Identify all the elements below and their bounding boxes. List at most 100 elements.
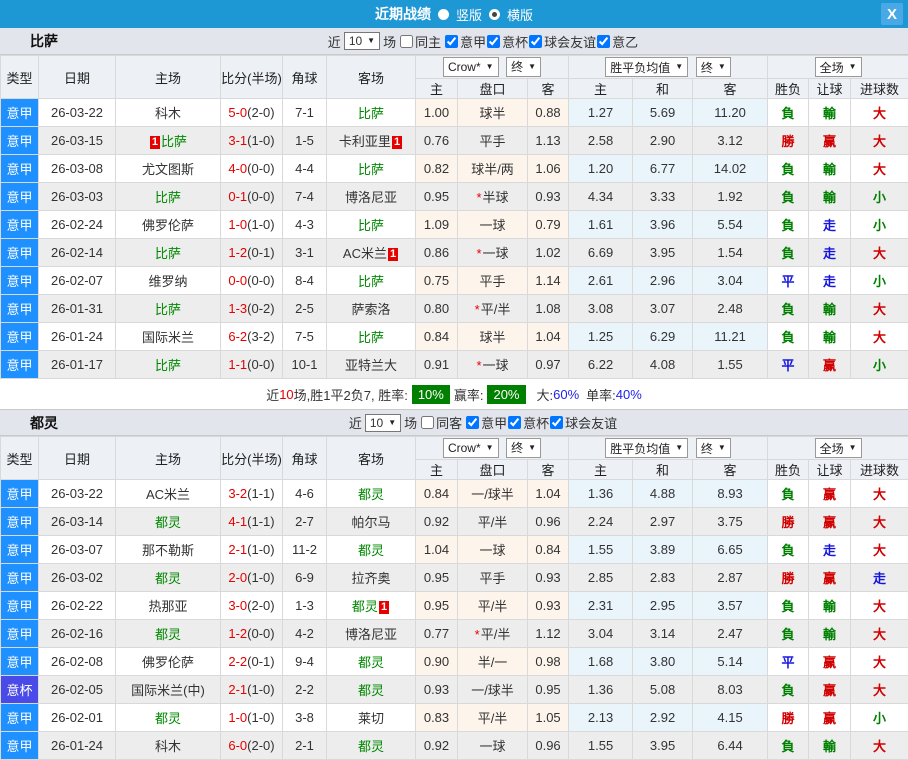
home-team-cell: 科木 xyxy=(116,732,221,760)
games-label: 场 xyxy=(383,32,396,51)
halftime-score: (2-0) xyxy=(247,598,274,613)
crow-handicap: 平/半 xyxy=(458,508,528,536)
league-tag: 意甲 xyxy=(1,351,39,379)
handicap-result-cell: 輸 xyxy=(809,620,851,648)
handicap-text: 球半 xyxy=(479,330,505,345)
league-tag: 意甲 xyxy=(1,155,39,183)
same-venue-input[interactable] xyxy=(421,416,434,429)
avg-draw-odds: 4.08 xyxy=(633,351,693,379)
away-team-name: 萨索洛 xyxy=(351,302,390,317)
league-filter-checkbox[interactable]: 意甲 xyxy=(444,32,486,51)
league-filter-checkbox[interactable]: 球会友谊 xyxy=(528,32,596,51)
close-button[interactable]: X xyxy=(881,3,903,25)
date-cell: 26-01-24 xyxy=(39,323,116,351)
scope-select[interactable]: 全场▼ xyxy=(815,438,862,458)
league-filter-input[interactable] xyxy=(487,35,500,48)
fulltime-score: 2-1 xyxy=(228,682,247,697)
handicap-text: 一球 xyxy=(479,739,505,754)
horizontal-layout-label[interactable]: 横版 xyxy=(507,5,533,24)
recent-count-select[interactable]: 10▼ xyxy=(344,32,380,50)
bookmaker-final-select[interactable]: 终▼ xyxy=(506,57,541,77)
halftime-score: (1-0) xyxy=(247,682,274,697)
home-team-cell: 比萨 xyxy=(116,239,221,267)
away-team-name: 博洛尼亚 xyxy=(345,627,397,642)
crow-home-odds: 0.91 xyxy=(416,351,458,379)
table-row: 意甲26-03-07那不勒斯2-1(1-0)11-2都灵1.04一球0.841.… xyxy=(1,536,908,564)
scope-select[interactable]: 全场▼ xyxy=(815,57,862,77)
league-filter-checkbox[interactable]: 球会友谊 xyxy=(549,413,617,432)
league-filter-input[interactable] xyxy=(550,416,563,429)
red-card-badge: 1 xyxy=(388,248,398,261)
wdl-final-select[interactable]: 终▼ xyxy=(696,438,731,458)
team-name: 都灵 xyxy=(30,413,58,433)
league-filter-input[interactable] xyxy=(597,35,610,48)
away-team-cell: 博洛尼亚 xyxy=(327,620,416,648)
home-team-cell: 比萨 xyxy=(116,183,221,211)
avg-draw-odds: 3.14 xyxy=(633,620,693,648)
bookmaker-select[interactable]: Crow*▼ xyxy=(443,438,499,458)
score-cell: 0-1(0-0) xyxy=(221,183,283,211)
col-away: 客场 xyxy=(327,56,416,99)
league-filter-checkbox[interactable]: 意杯 xyxy=(486,32,528,51)
bookmaker-select[interactable]: Crow*▼ xyxy=(443,57,499,77)
avg-home-odds: 1.55 xyxy=(569,732,633,760)
same-venue-checkbox[interactable]: 同客 xyxy=(420,413,462,432)
away-team-cell: 帕尔马 xyxy=(327,508,416,536)
home-team-name: 佛罗伦萨 xyxy=(142,655,194,670)
wdl-final-select[interactable]: 终▼ xyxy=(696,57,731,77)
horizontal-layout-radio[interactable] xyxy=(489,9,500,20)
date-cell: 26-03-07 xyxy=(39,536,116,564)
halftime-score: (0-0) xyxy=(247,189,274,204)
result-cell: 負 xyxy=(768,620,809,648)
col-result: 胜负 xyxy=(768,79,809,99)
handicap-text: 平/半 xyxy=(478,515,508,530)
away-team-name: 比萨 xyxy=(358,106,384,121)
crow-handicap: *一球 xyxy=(458,239,528,267)
score-cell: 3-0(2-0) xyxy=(221,592,283,620)
crow-handicap: 平手 xyxy=(458,564,528,592)
league-filter-checkbox[interactable]: 意杯 xyxy=(507,413,549,432)
same-venue-input[interactable] xyxy=(400,35,413,48)
home-team-name: 都灵 xyxy=(155,711,181,726)
home-team-name: 尤文图斯 xyxy=(142,162,194,177)
halftime-score: (1-0) xyxy=(247,710,274,725)
away-team-name: 亚特兰大 xyxy=(345,358,397,373)
recent-count-select[interactable]: 10▼ xyxy=(365,414,401,432)
crow-away-odds: 0.96 xyxy=(528,732,569,760)
table-row: 意甲26-02-07维罗纳0-0(0-0)8-4比萨0.75平手1.142.61… xyxy=(1,267,908,295)
goals-result-cell: 大 xyxy=(851,155,908,183)
crow-home-odds: 0.92 xyxy=(416,732,458,760)
league-filter-checkbox[interactable]: 意乙 xyxy=(596,32,638,51)
chevron-down-icon: ▼ xyxy=(388,419,396,427)
league-filter-checkbox[interactable]: 意甲 xyxy=(465,413,507,432)
score-cell: 1-2(0-1) xyxy=(221,239,283,267)
bookmaker-final-select[interactable]: 终▼ xyxy=(506,438,541,458)
col-odds-away: 客 xyxy=(528,460,569,480)
same-venue-checkbox[interactable]: 同主 xyxy=(399,32,441,51)
away-team-name: AC米兰 xyxy=(343,246,387,261)
goals-result-cell: 大 xyxy=(851,323,908,351)
league-filter-input[interactable] xyxy=(445,35,458,48)
col-eu-home: 主 xyxy=(569,79,633,99)
away-team-cell: 亚特兰大 xyxy=(327,351,416,379)
wdl-avg-select[interactable]: 胜平负均值▼ xyxy=(605,57,688,77)
avg-home-odds: 2.61 xyxy=(569,267,633,295)
vertical-layout-radio[interactable] xyxy=(438,9,449,20)
wdl-avg-select[interactable]: 胜平负均值▼ xyxy=(605,438,688,458)
col-corner: 角球 xyxy=(283,56,327,99)
league-filter-input[interactable] xyxy=(466,416,479,429)
result-cell: 負 xyxy=(768,323,809,351)
corner-cell: 7-1 xyxy=(283,99,327,127)
league-filter-input[interactable] xyxy=(529,35,542,48)
fulltime-score: 4-0 xyxy=(228,161,247,176)
league-filter-input[interactable] xyxy=(508,416,521,429)
crow-away-odds: 0.93 xyxy=(528,183,569,211)
corner-cell: 11-2 xyxy=(283,536,327,564)
date-cell: 26-01-24 xyxy=(39,732,116,760)
result-cell: 負 xyxy=(768,295,809,323)
score-cell: 6-2(3-2) xyxy=(221,323,283,351)
vertical-layout-label[interactable]: 竖版 xyxy=(456,5,482,24)
date-cell: 26-02-24 xyxy=(39,211,116,239)
goals-result-cell: 大 xyxy=(851,480,908,508)
col-home: 主场 xyxy=(116,437,221,480)
